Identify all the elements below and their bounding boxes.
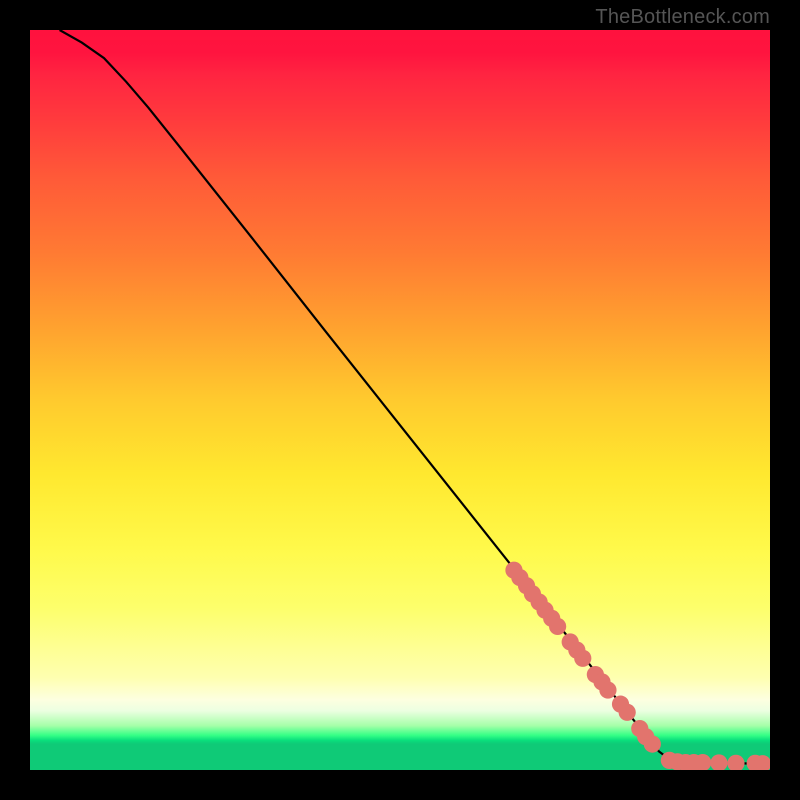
chart-frame: TheBottleneck.com bbox=[0, 0, 800, 800]
watermark-text: TheBottleneck.com bbox=[595, 6, 770, 29]
data-point bbox=[644, 736, 661, 753]
data-point bbox=[710, 754, 727, 770]
curve-svg bbox=[30, 30, 770, 770]
data-point bbox=[599, 681, 616, 698]
data-point bbox=[574, 650, 591, 667]
plot-area bbox=[30, 30, 770, 770]
bottleneck-curve bbox=[60, 30, 770, 764]
data-point bbox=[549, 618, 566, 635]
data-point bbox=[727, 755, 744, 770]
data-points-group bbox=[505, 562, 770, 770]
data-point bbox=[619, 704, 636, 721]
